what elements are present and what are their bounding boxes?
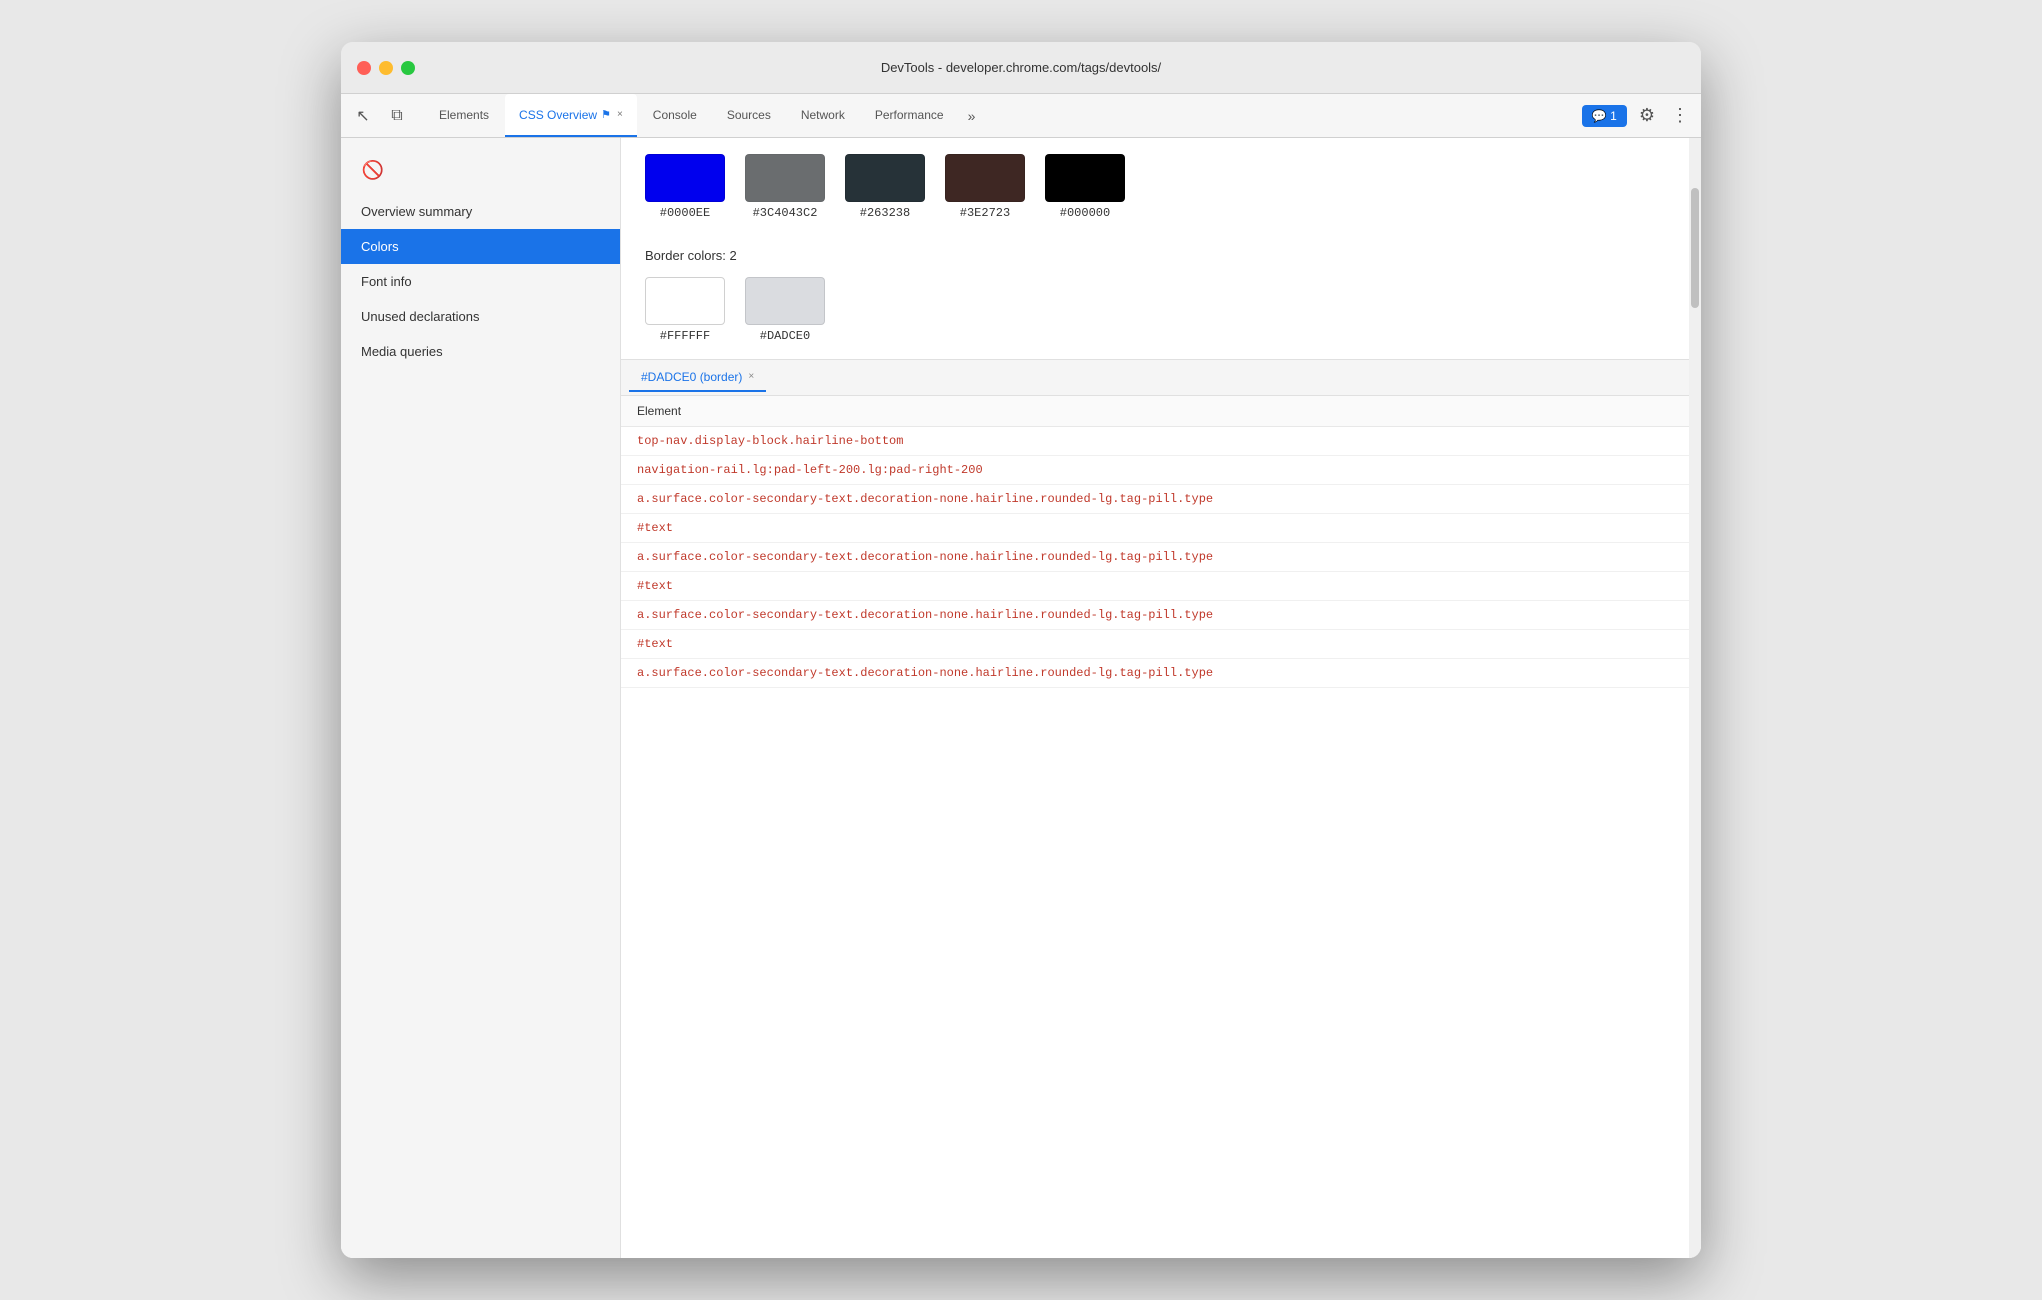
close-button[interactable] [357,61,371,75]
maximize-button[interactable] [401,61,415,75]
element-row-text-1: navigation-rail.lg:pad-left-200.lg:pad-r… [637,463,983,477]
scrollbar-thumb[interactable] [1691,188,1699,308]
element-row-text-2: a.surface.color-secondary-text.decoratio… [637,492,1213,506]
settings-button[interactable]: ⚙ [1635,101,1659,130]
border-colors-title: Border colors: 2 [645,248,1665,263]
border-swatch-item-1: #DADCE0 [745,277,825,343]
color-label-2: #263238 [860,206,910,220]
sidebar-colors-label: Colors [361,239,399,254]
more-tabs-button[interactable]: » [960,104,984,128]
panel-tab-label: #DADCE0 (border) [641,370,742,384]
element-list[interactable]: top-nav.display-block.hairline-bottom na… [621,427,1689,1258]
element-row-text-8: a.surface.color-secondary-text.decoratio… [637,666,1213,680]
tab-console[interactable]: Console [639,94,711,137]
tabbar-icons: ↖ ⧉ [349,102,411,130]
color-label-4: #000000 [1060,206,1110,220]
tabbar: ↖ ⧉ Elements CSS Overview ⚑ × Console So… [341,94,1701,138]
color-swatches-row: #0000EE #3C4043C2 #263238 #3E2723 [645,154,1665,220]
minimize-button[interactable] [379,61,393,75]
element-row-text-0: top-nav.display-block.hairline-bottom [637,434,903,448]
main-layout: 🚫 Overview summary Colors Font info Unus… [341,138,1701,1258]
color-swatch-1[interactable] [745,154,825,202]
element-row-text-5: #text [637,579,673,593]
content-area: #0000EE #3C4043C2 #263238 #3E2723 [621,138,1689,1258]
tab-console-label: Console [653,108,697,122]
layers-icon-btn[interactable]: ⧉ [383,102,411,130]
layers-icon: ⧉ [391,107,402,125]
color-swatch-item-0: #0000EE [645,154,725,220]
cursor-icon-btn[interactable]: ↖ [349,102,377,130]
tab-css-overview-warning: ⚑ [601,108,611,121]
tabbar-right: 💬 1 ⚙ ⋮ [1582,101,1693,130]
element-row-text-3: #text [637,521,673,535]
element-row-6[interactable]: a.surface.color-secondary-text.decoratio… [621,601,1689,630]
element-row-5[interactable]: #text [621,572,1689,601]
color-swatch-0[interactable] [645,154,725,202]
sidebar-font-info-label: Font info [361,274,412,289]
element-panel-tabbar: #DADCE0 (border) × [621,360,1689,396]
tab-elements[interactable]: Elements [425,94,503,137]
border-color-label-0: #FFFFFF [660,329,710,343]
devtools-more-button[interactable]: ⋮ [1667,101,1693,130]
tab-sources[interactable]: Sources [713,94,785,137]
sidebar-overview-label: Overview summary [361,204,472,219]
no-entry-icon: 🚫 [357,154,389,186]
element-row-4[interactable]: a.surface.color-secondary-text.decoratio… [621,543,1689,572]
element-row-text-6: a.surface.color-secondary-text.decoratio… [637,608,1213,622]
color-swatch-item-2: #263238 [845,154,925,220]
color-label-0: #0000EE [660,206,710,220]
element-row-3[interactable]: #text [621,514,1689,543]
tab-elements-label: Elements [439,108,489,122]
sidebar-item-overview-summary[interactable]: Overview summary [341,194,620,229]
color-label-3: #3E2723 [960,206,1010,220]
window-title: DevTools - developer.chrome.com/tags/dev… [357,60,1685,75]
border-colors-section: Border colors: 2 #FFFFFF #DADCE0 [621,228,1689,359]
border-swatch-item-0: #FFFFFF [645,277,725,343]
element-row-2[interactable]: a.surface.color-secondary-text.decoratio… [621,485,1689,514]
tab-performance-label: Performance [875,108,944,122]
tab-css-overview-close[interactable]: × [617,109,623,120]
color-swatch-2[interactable] [845,154,925,202]
border-color-label-1: #DADCE0 [760,329,810,343]
element-list-header: Element [621,396,1689,427]
element-row-8[interactable]: a.surface.color-secondary-text.decoratio… [621,659,1689,688]
tab-sources-label: Sources [727,108,771,122]
messages-badge-button[interactable]: 💬 1 [1582,105,1627,127]
element-row-text-4: a.surface.color-secondary-text.decoratio… [637,550,1213,564]
color-swatch-item-4: #000000 [1045,154,1125,220]
sidebar-unused-label: Unused declarations [361,309,480,324]
color-swatch-item-3: #3E2723 [945,154,1025,220]
color-swatch-item-1: #3C4043C2 [745,154,825,220]
element-row-1[interactable]: navigation-rail.lg:pad-left-200.lg:pad-r… [621,456,1689,485]
border-swatches-row: #FFFFFF #DADCE0 [645,277,1665,343]
sidebar-item-colors[interactable]: Colors [341,229,620,264]
panel-tab-dadce0[interactable]: #DADCE0 (border) × [629,364,766,392]
sidebar-item-font-info[interactable]: Font info [341,264,620,299]
tab-network-label: Network [801,108,845,122]
border-swatch-1[interactable] [745,277,825,325]
color-swatch-3[interactable] [945,154,1025,202]
tab-performance[interactable]: Performance [861,94,958,137]
element-row-0[interactable]: top-nav.display-block.hairline-bottom [621,427,1689,456]
element-row-text-7: #text [637,637,673,651]
scrollbar-track[interactable] [1689,138,1701,1258]
border-swatch-0[interactable] [645,277,725,325]
sidebar: 🚫 Overview summary Colors Font info Unus… [341,138,621,1258]
titlebar: DevTools - developer.chrome.com/tags/dev… [341,42,1701,94]
tab-css-overview[interactable]: CSS Overview ⚑ × [505,94,637,137]
element-row-7[interactable]: #text [621,630,1689,659]
devtools-window: DevTools - developer.chrome.com/tags/dev… [341,42,1701,1258]
tab-css-overview-label: CSS Overview [519,108,597,122]
top-color-swatches: #0000EE #3C4043C2 #263238 #3E2723 [621,138,1689,228]
sidebar-item-unused-declarations[interactable]: Unused declarations [341,299,620,334]
panel-tab-close-icon[interactable]: × [748,371,754,382]
color-label-1: #3C4043C2 [753,206,818,220]
color-swatch-4[interactable] [1045,154,1125,202]
sidebar-media-label: Media queries [361,344,443,359]
element-panel: #DADCE0 (border) × Element top-nav.displ… [621,359,1689,1258]
tab-network[interactable]: Network [787,94,859,137]
window-controls [357,61,415,75]
sidebar-item-media-queries[interactable]: Media queries [341,334,620,369]
cursor-icon: ↖ [356,106,369,126]
